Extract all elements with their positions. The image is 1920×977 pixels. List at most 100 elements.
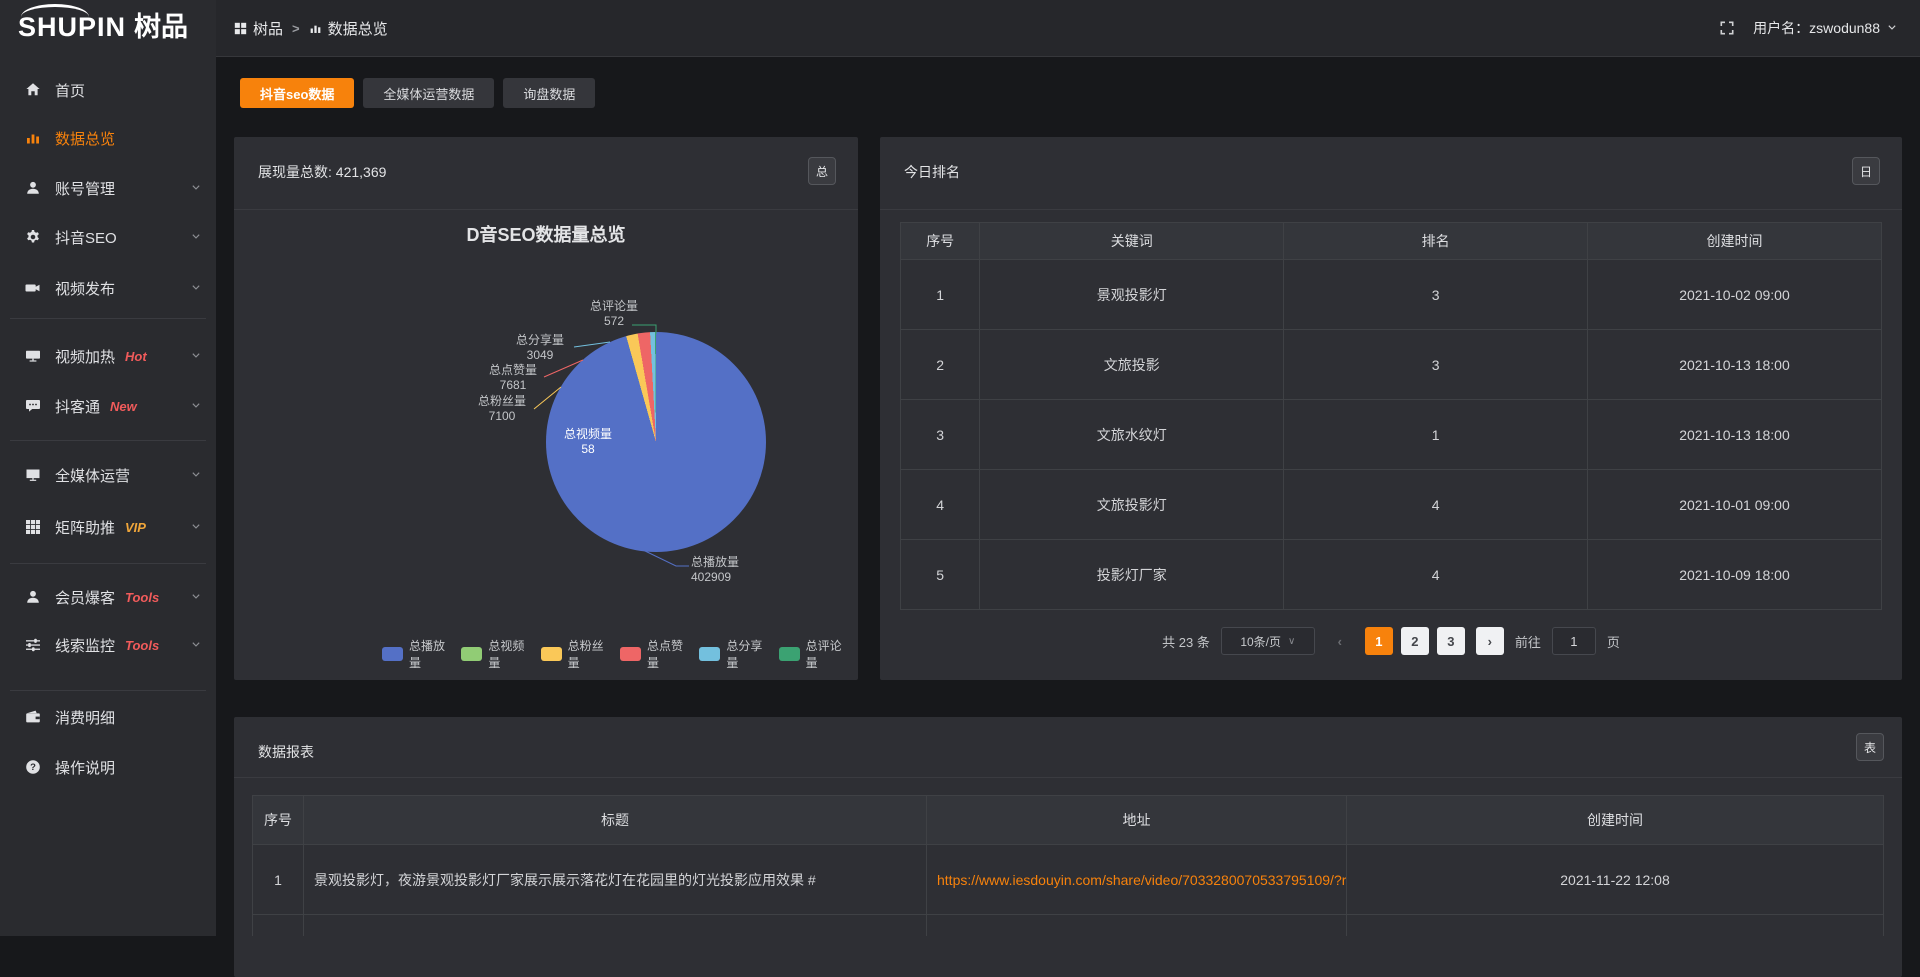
fullscreen-icon[interactable]	[1719, 20, 1735, 36]
chevron-down-icon	[190, 639, 202, 651]
home-icon	[24, 81, 42, 99]
table-cell	[1346, 915, 1883, 936]
report-badge-button[interactable]: 表	[1856, 733, 1884, 761]
sidebar-item-member-baoke[interactable]: 会员爆客Tools	[0, 580, 216, 614]
logo-cn: 树品	[134, 12, 188, 42]
table-cell: 5	[901, 540, 979, 609]
table-cell: 2021-10-13 18:00	[1587, 330, 1881, 399]
app-logo[interactable]: SHUPIN 树品	[18, 12, 188, 42]
sidebar-divider	[10, 440, 206, 441]
divider	[234, 209, 858, 210]
legend-item-3[interactable]: 总点赞量	[620, 637, 687, 671]
sidebar-item-video-publish[interactable]: 视频发布	[0, 271, 216, 305]
legend-item-5[interactable]: 总评论量	[779, 637, 846, 671]
divider	[880, 209, 1902, 210]
chat-icon	[24, 397, 42, 415]
sidebar-item-douyin-seo[interactable]: 抖音SEO	[0, 220, 216, 254]
report-table: 序号标题地址创建时间1景观投影灯，夜游景观投影灯厂家展示展示落花灯在花园里的灯光…	[252, 795, 1884, 936]
table-row: 3文旅水纹灯12021-10-13 18:00	[901, 399, 1881, 469]
chevron-down-icon	[190, 400, 202, 412]
rank-badge-button[interactable]: 日	[1852, 157, 1880, 185]
report-panel: 数据报表 表 序号标题地址创建时间1景观投影灯，夜游景观投影灯厂家展示展示落花灯…	[234, 717, 1902, 977]
column-header: 关键词	[979, 223, 1283, 259]
table-header-row: 序号标题地址创建时间	[253, 796, 1883, 844]
pagination-total: 共 23 条	[1162, 632, 1210, 651]
monitor-icon	[24, 466, 42, 484]
column-header: 标题	[303, 796, 926, 844]
sidebar-item-label: 线索监控	[55, 635, 115, 656]
page-button-1[interactable]: 1	[1365, 627, 1393, 655]
goto-suffix: 页	[1607, 632, 1620, 651]
pie-legend: 总播放量总视频量总粉丝量总点赞量 总分享量总评论量	[382, 637, 858, 671]
divider	[234, 777, 1902, 778]
page-button-3[interactable]: 3	[1437, 627, 1465, 655]
legend-item-1[interactable]: 总视频量	[461, 637, 528, 671]
legend-item-2[interactable]: 总粉丝量	[541, 637, 608, 671]
sidebar-item-media-operation[interactable]: 全媒体运营	[0, 458, 216, 492]
bar-chart-icon	[309, 22, 322, 35]
sidebar-item-douketong[interactable]: 抖客通New	[0, 389, 216, 423]
goto-page-input[interactable]: 1	[1552, 627, 1596, 655]
legend-swatch	[541, 647, 562, 661]
table-cell: 1	[1283, 400, 1587, 469]
sidebar-item-label: 账号管理	[55, 178, 115, 199]
pie-label-plays: 总播放量402909	[691, 555, 781, 585]
sliders-icon	[24, 636, 42, 654]
table-cell	[253, 915, 303, 936]
sidebar-item-matrix-boost[interactable]: 矩阵助推VIP	[0, 510, 216, 544]
sidebar-item-label: 视频发布	[55, 278, 115, 299]
legend-item-4[interactable]: 总分享量	[699, 637, 766, 671]
table-cell: 投影灯厂家	[979, 540, 1283, 609]
chevron-down-icon: ∨	[1288, 636, 1295, 647]
sidebar-item-clue-monitor[interactable]: 线索监控Tools	[0, 628, 216, 662]
table-cell	[303, 915, 926, 936]
pagination: 共 23 条 10条/页 ∨ ‹ 123 › 前往 1 页	[880, 627, 1902, 655]
tab-inquiry-data[interactable]: 询盘数据	[503, 78, 595, 108]
overview-header: 展现量总数: 421,369	[258, 162, 386, 182]
sidebar-divider	[10, 318, 206, 319]
breadcrumb: 树品 > 数据总览	[234, 18, 388, 39]
column-header: 序号	[253, 796, 303, 844]
username-dropdown[interactable]: 用户名：zswodun88	[1753, 18, 1898, 38]
chevron-down-icon	[190, 469, 202, 481]
legend-label: 总分享量	[726, 637, 766, 671]
sidebar-item-home[interactable]: 首页	[0, 73, 216, 107]
breadcrumb-separator: >	[292, 21, 300, 36]
pie-leader-lines	[234, 137, 858, 680]
column-header: 创建时间	[1587, 223, 1881, 259]
goto-label: 前往	[1515, 632, 1541, 651]
legend-item-0[interactable]: 总播放量	[382, 637, 449, 671]
sidebar-item-badge: New	[110, 399, 137, 414]
page-button-2[interactable]: 2	[1401, 627, 1429, 655]
breadcrumb-current[interactable]: 数据总览	[309, 18, 388, 39]
sidebar-item-label: 首页	[55, 80, 85, 101]
page-size-select[interactable]: 10条/页 ∨	[1221, 627, 1315, 655]
sidebar-item-consume-detail[interactable]: 消费明细	[0, 700, 216, 734]
table-row: 4文旅投影灯42021-10-01 09:00	[901, 469, 1881, 539]
help-icon: ?	[24, 758, 42, 776]
table-header-row: 序号关键词排名创建时间	[901, 223, 1881, 259]
overview-badge-button[interactable]: 总	[808, 157, 836, 185]
table-cell: 景观投影灯	[979, 260, 1283, 329]
table-cell: 1	[253, 845, 303, 914]
sidebar-item-video-heating[interactable]: 视频加热Hot	[0, 339, 216, 373]
legend-swatch	[699, 647, 720, 661]
breadcrumb-root[interactable]: 树品	[234, 18, 283, 39]
tab-media-operation-data[interactable]: 全媒体运营数据	[363, 78, 494, 108]
rank-table: 序号关键词排名创建时间1景观投影灯32021-10-02 09:002文旅投影3…	[900, 222, 1882, 610]
grid-icon	[24, 518, 42, 536]
legend-swatch	[461, 647, 482, 661]
member-icon	[24, 588, 42, 606]
prev-page-button[interactable]: ‹	[1326, 627, 1354, 655]
report-url-link[interactable]: https://www.iesdouyin.com/share/video/70…	[926, 845, 1346, 914]
pie-label-videos: 总视频量58	[548, 427, 628, 457]
table-cell: 3	[901, 400, 979, 469]
table-row: 1景观投影灯，夜游景观投影灯厂家展示展示落花灯在花园里的灯光投影应用效果 #ht…	[253, 844, 1883, 914]
table-cell: 2021-10-13 18:00	[1587, 400, 1881, 469]
column-header: 地址	[926, 796, 1346, 844]
tab-douyin-seo-data[interactable]: 抖音seo数据	[240, 78, 354, 108]
sidebar-item-account-manage[interactable]: 账号管理	[0, 171, 216, 205]
sidebar-item-data-overview[interactable]: 数据总览	[0, 121, 216, 155]
sidebar-item-operation-guide[interactable]: ?操作说明	[0, 750, 216, 784]
next-page-button[interactable]: ›	[1476, 627, 1504, 655]
